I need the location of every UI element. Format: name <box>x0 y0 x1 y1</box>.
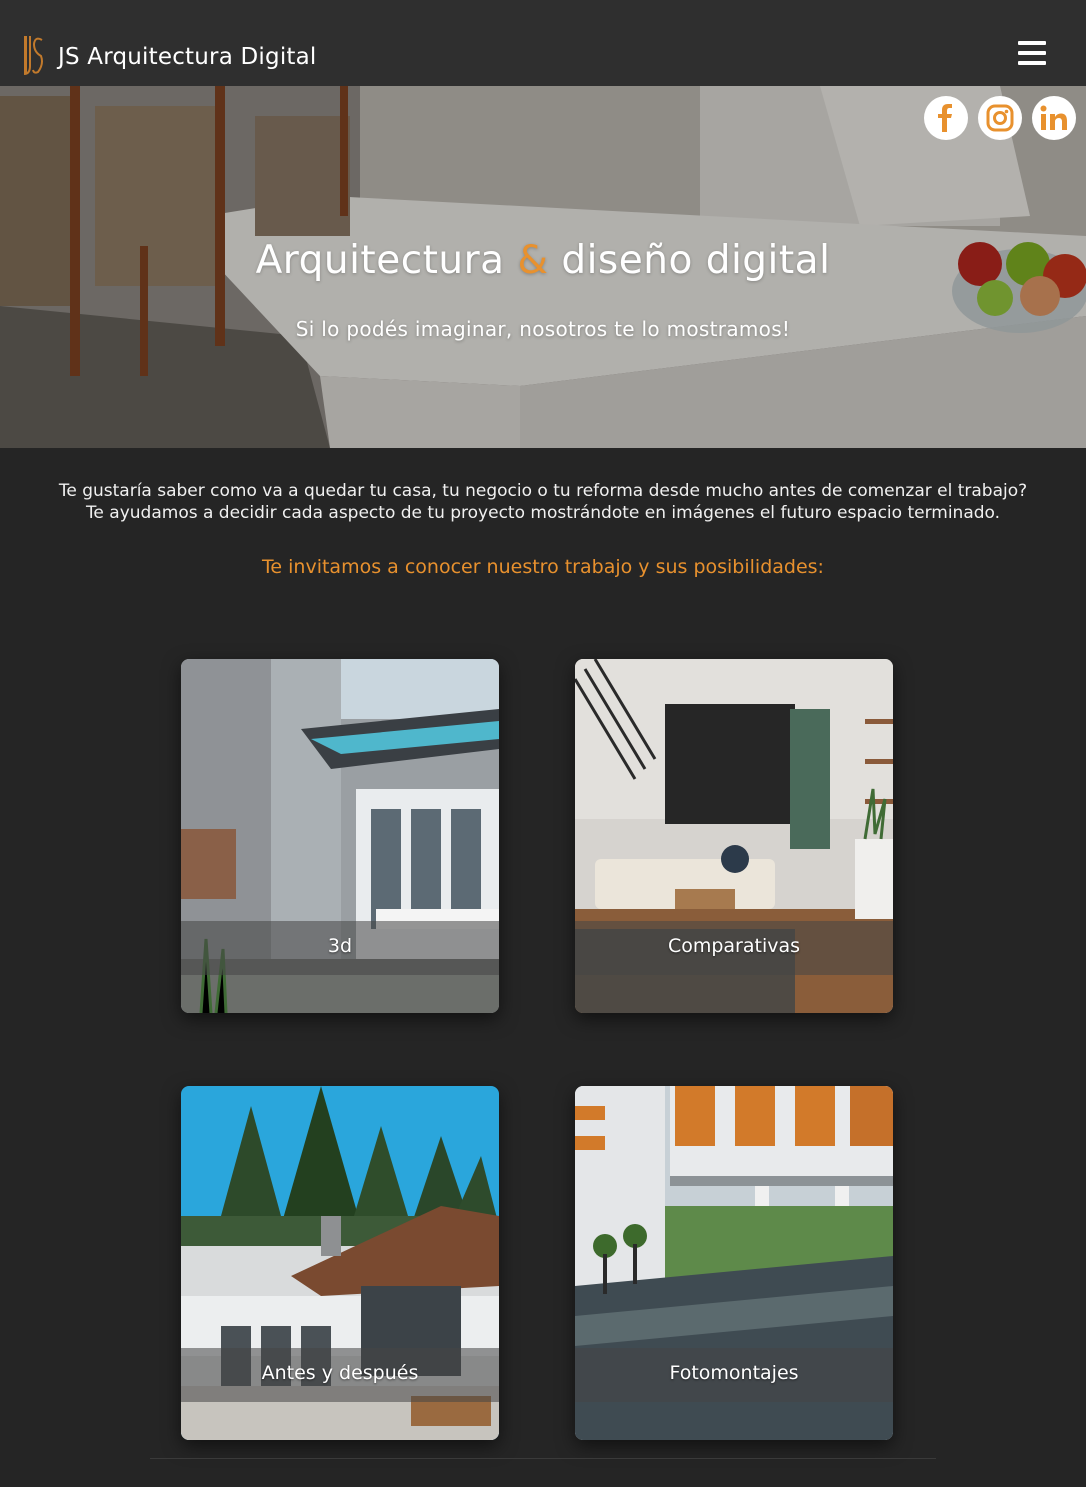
site-header: JS Arquitectura Digital <box>0 0 1086 86</box>
card-fotomontajes[interactable]: Fotomontajes <box>575 1086 893 1440</box>
instagram-icon[interactable] <box>978 96 1022 140</box>
hero-title-ampersand: & <box>517 238 549 283</box>
hero-title: Arquitectura & diseño digital <box>0 238 1086 283</box>
intro-text: Te gustaría saber como va a quedar tu ca… <box>0 480 1086 524</box>
intro-line-1: Te gustaría saber como va a quedar tu ca… <box>58 481 1028 501</box>
intro-line-2: Te ayudamos a decidir cada aspecto de tu… <box>85 503 1001 523</box>
card-label[interactable]: Antes y después <box>181 1362 499 1384</box>
brand-name[interactable]: JS Arquitectura Digital <box>58 44 317 70</box>
invite-heading: Te invitamos a conocer nuestro trabajo y… <box>262 556 824 578</box>
card-comparativas[interactable]: Comparativas <box>575 659 893 1013</box>
hamburger-menu-icon[interactable] <box>1018 41 1046 67</box>
hero-title-part2: diseño digital <box>561 238 831 283</box>
hero-subtitle: Si lo podés imaginar, nosotros te lo mos… <box>295 317 791 341</box>
linkedin-icon[interactable] <box>1032 96 1076 140</box>
card-label[interactable]: Fotomontajes <box>575 1362 893 1384</box>
card-3d[interactable]: 3d <box>181 659 499 1013</box>
js-logo-icon[interactable] <box>22 34 44 76</box>
card-antes-y-despues[interactable]: Antes y después <box>181 1086 499 1440</box>
footer-divider <box>150 1458 936 1459</box>
card-label[interactable]: 3d <box>181 935 499 957</box>
hero-title-part1: Arquitectura <box>255 238 505 283</box>
card-label[interactable]: Comparativas <box>575 935 893 957</box>
facebook-icon[interactable] <box>924 96 968 140</box>
hero-banner: Arquitectura & diseño digital Si lo podé… <box>0 86 1086 448</box>
